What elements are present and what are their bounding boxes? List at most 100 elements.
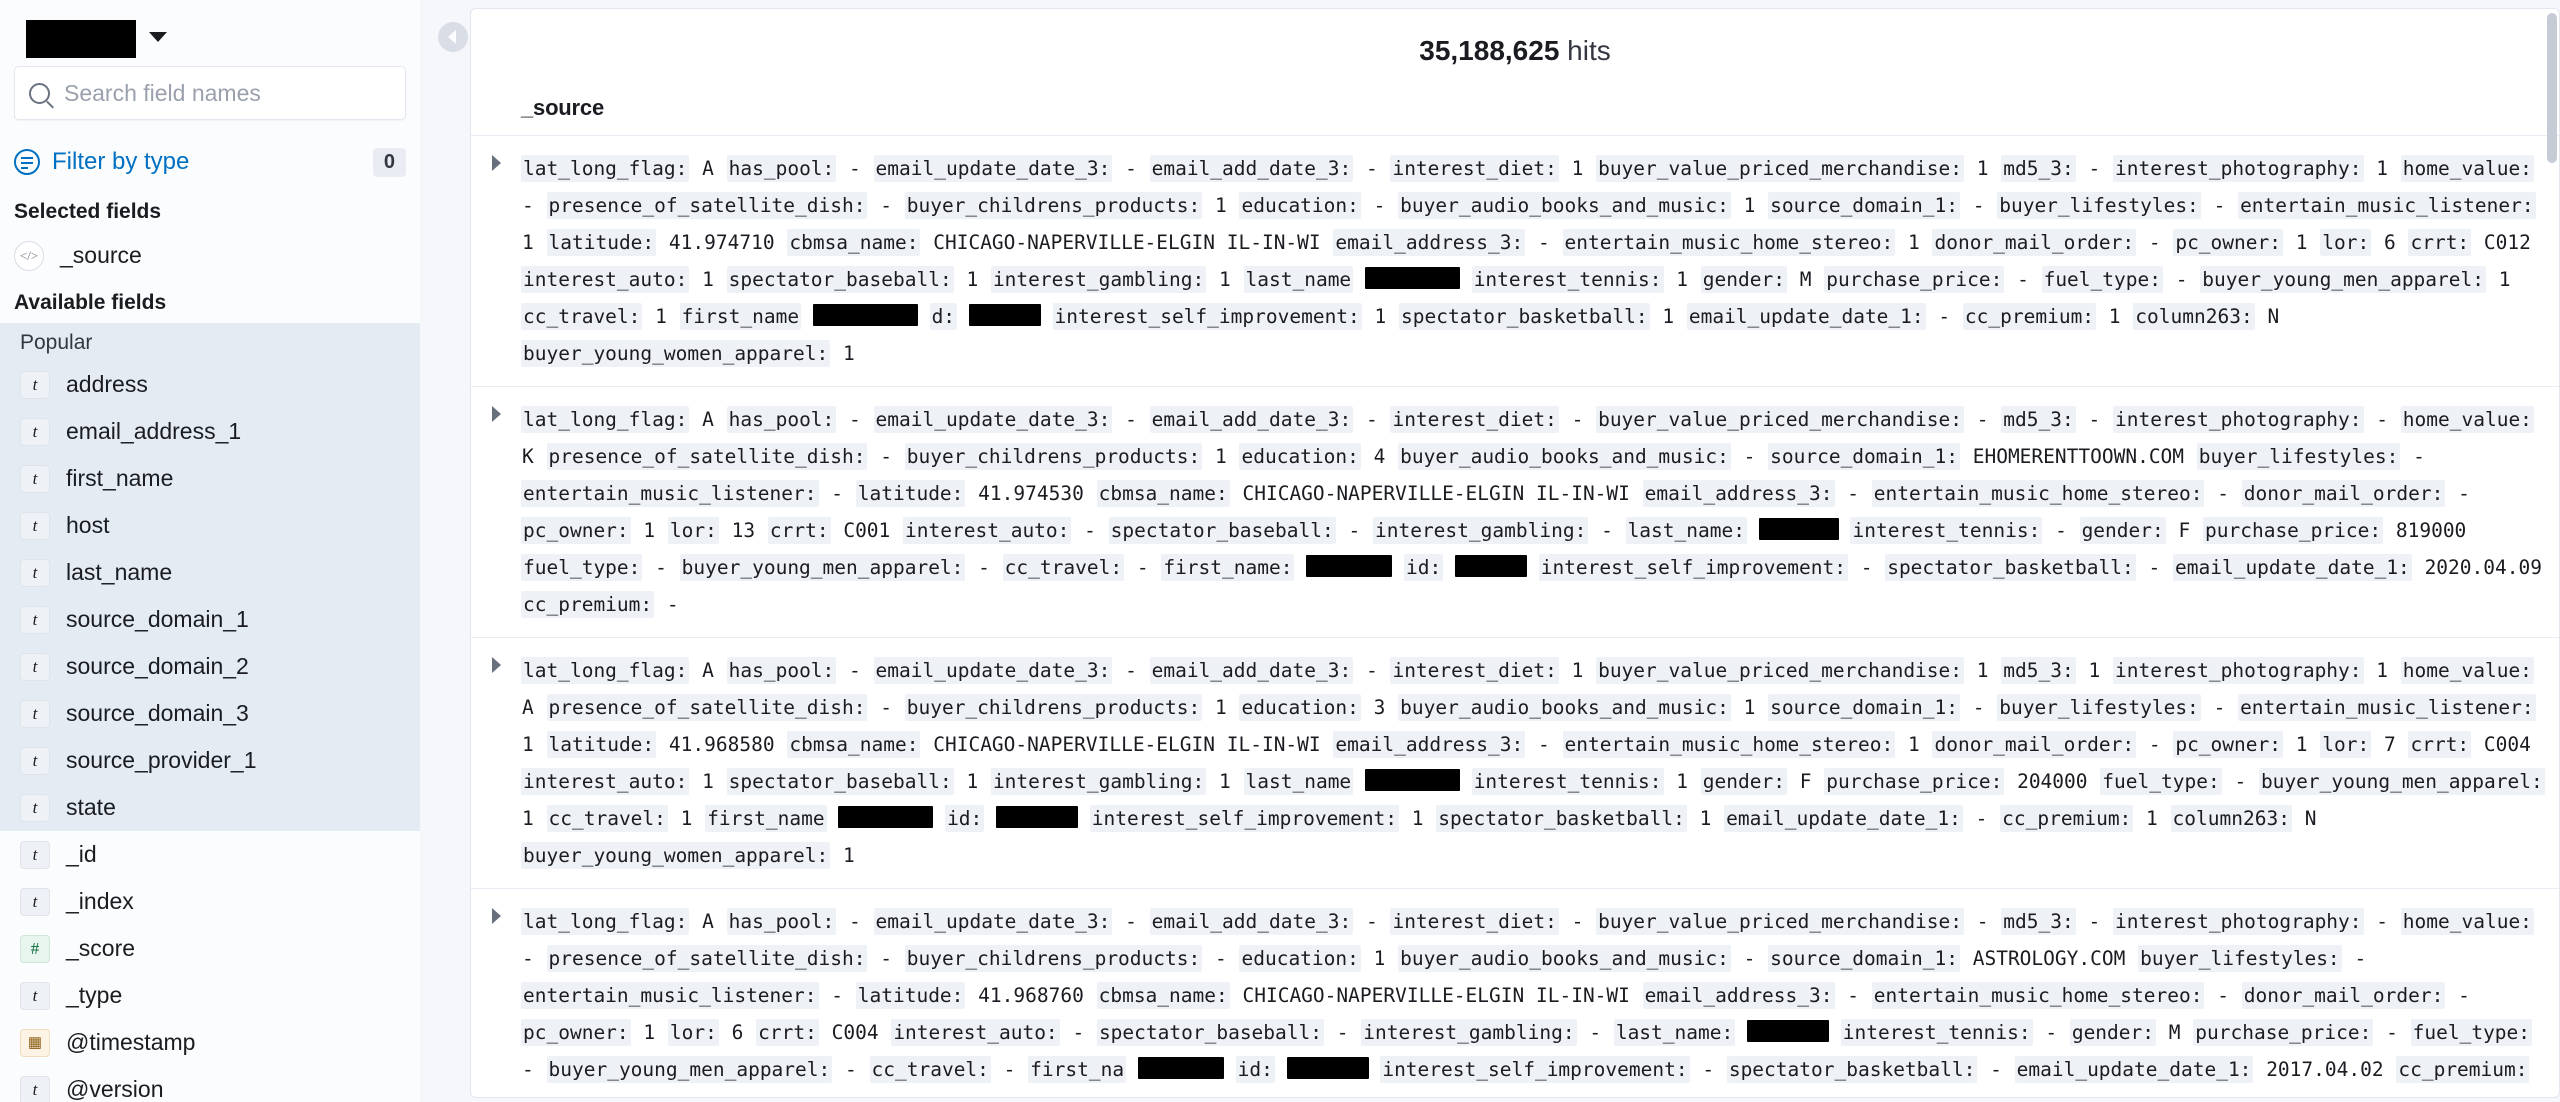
field-value: 1: [2295, 733, 2308, 756]
scrollbar-thumb[interactable]: [2547, 13, 2557, 163]
field-key: cc_travel:: [869, 1056, 991, 1083]
field-key: home_value:: [2400, 406, 2534, 433]
field-value: -: [1373, 194, 1386, 217]
collapse-sidebar-button[interactable]: [438, 22, 468, 52]
field-value: -: [1336, 1021, 1349, 1044]
sidebar-field-state[interactable]: t state: [0, 784, 420, 831]
field-value: -: [522, 194, 534, 217]
field-value: 1: [1907, 231, 1920, 254]
field-value: -: [2413, 445, 2425, 468]
expand-row-button[interactable]: [471, 903, 521, 1097]
field-value: 1: [966, 268, 979, 291]
field-value: F: [2178, 519, 2191, 542]
field-name: _source: [60, 242, 142, 268]
index-pattern-selector[interactable]: dincome: [0, 0, 420, 66]
field-key: cbmsa_name:: [1096, 982, 1230, 1009]
sidebar-field-_type[interactable]: t _type: [0, 972, 420, 1019]
field-value: 1: [966, 770, 979, 793]
hits-label: hits: [1567, 35, 1611, 66]
field-key: interest_auto:: [891, 1019, 1060, 1046]
sidebar-field-source_provider_1[interactable]: t source_provider_1: [0, 737, 420, 784]
sidebar-field-first_name[interactable]: t first_name: [0, 455, 420, 502]
field-value: -: [2088, 910, 2101, 933]
expand-row-button[interactable]: [471, 150, 521, 372]
field-key: education:: [1239, 443, 1361, 470]
field-value: -: [1975, 807, 1988, 830]
column-header-source[interactable]: _source: [521, 95, 604, 120]
sidebar-field-last_name[interactable]: t last_name: [0, 549, 420, 596]
search-input[interactable]: [62, 78, 391, 108]
redacted-value: [968, 304, 1041, 326]
field-key: email_update_date_3:: [873, 908, 1113, 935]
field-key: entertain_music_listener:: [2238, 192, 2536, 219]
field-key: lat_long_flag:: [521, 908, 690, 935]
field-value: -: [880, 194, 892, 217]
field-value: -: [1976, 408, 1989, 431]
field-value: -: [1365, 910, 1378, 933]
filter-by-type-row[interactable]: Filter by type 0: [0, 136, 420, 188]
sidebar-field-_score[interactable]: # _score: [0, 925, 420, 972]
vertical-scrollbar[interactable]: [2547, 13, 2557, 1095]
redacted-value: [812, 304, 918, 326]
field-value: -: [978, 556, 990, 579]
sidebar-field-email_address_1[interactable]: t email_address_1: [0, 408, 420, 455]
sidebar-field-version[interactable]: t @version: [0, 1066, 420, 1102]
field-value: -: [2376, 910, 2389, 933]
field-key: entertain_music_listener:: [521, 480, 819, 507]
sidebar-field-_id[interactable]: t _id: [0, 831, 420, 878]
field-key: buyer_childrens_products:: [904, 945, 1203, 972]
field-key: fuel_type:: [2041, 266, 2163, 293]
search-field-names-box[interactable]: [14, 66, 406, 120]
index-pattern-name: dincome: [14, 18, 136, 58]
field-value: M: [2168, 1021, 2181, 1044]
field-value: -: [849, 910, 861, 933]
field-key: buyer_young_men_apparel:: [2200, 266, 2486, 293]
field-key: lat_long_flag:: [521, 657, 690, 684]
other-fields-group: t _id t _index # _score t _type ▦ @times…: [0, 831, 420, 1102]
sidebar-field-_source[interactable]: </> _source: [0, 232, 420, 279]
field-value: 1: [655, 305, 667, 328]
string-type-icon: t: [20, 981, 50, 1010]
filter-icon: [14, 149, 40, 175]
field-value: 1: [2295, 231, 2308, 254]
field-key: lor:: [2320, 731, 2372, 758]
field-key: interest_gambling:: [1372, 517, 1589, 544]
field-value: ASTROLOGY.COM: [1972, 947, 2126, 970]
field-value: 13: [731, 519, 756, 542]
field-value: CHICAGO-NAPERVILLE-ELGIN IL-IN-WI: [1242, 984, 1630, 1007]
field-value: -: [655, 556, 667, 579]
field-key: interest_diet:: [1390, 155, 1559, 182]
expand-row-button[interactable]: [471, 401, 521, 623]
expand-row-button[interactable]: [471, 652, 521, 874]
field-value: 819000: [2395, 519, 2467, 542]
field-key: id:: [1235, 1056, 1275, 1083]
field-value: 1: [702, 268, 714, 291]
field-value: EHOMERENTTOOWN.COM: [1972, 445, 2185, 468]
field-key: has_pool:: [726, 657, 837, 684]
chevron-right-icon: [491, 657, 501, 673]
field-value: -: [521, 1095, 535, 1097]
field-value: 1: [1219, 770, 1231, 793]
sidebar-field-source_domain_1[interactable]: t source_domain_1: [0, 596, 420, 643]
field-key: first_name: [679, 303, 802, 330]
sidebar-field-address[interactable]: t address: [0, 361, 420, 408]
field-key: lat_long_flag:: [521, 155, 690, 182]
popular-label: Popular: [20, 331, 93, 354]
field-key: entertain_music_listener:: [521, 982, 819, 1009]
field-value: -: [2213, 696, 2226, 719]
field-key: buyer_lifestyles:: [1997, 694, 2201, 721]
field-key: pc_owner:: [521, 517, 631, 544]
field-key: lor:: [667, 1019, 719, 1046]
field-value: -: [1072, 1021, 1085, 1044]
sidebar-field-timestamp[interactable]: ▦ @timestamp: [0, 1019, 420, 1066]
field-key: interest_diet:: [1390, 657, 1559, 684]
field-key: buyer_audio_books_and_music:: [1398, 694, 1731, 721]
sidebar-field-source_domain_3[interactable]: t source_domain_3: [0, 690, 420, 737]
field-value: 1: [1743, 696, 1756, 719]
sidebar-field-host[interactable]: t host: [0, 502, 420, 549]
sidebar-field-_index[interactable]: t _index: [0, 878, 420, 925]
field-value: -: [1348, 519, 1361, 542]
chevron-down-icon[interactable]: [149, 32, 168, 42]
field-value: -: [1125, 910, 1137, 933]
sidebar-field-source_domain_2[interactable]: t source_domain_2: [0, 643, 420, 690]
